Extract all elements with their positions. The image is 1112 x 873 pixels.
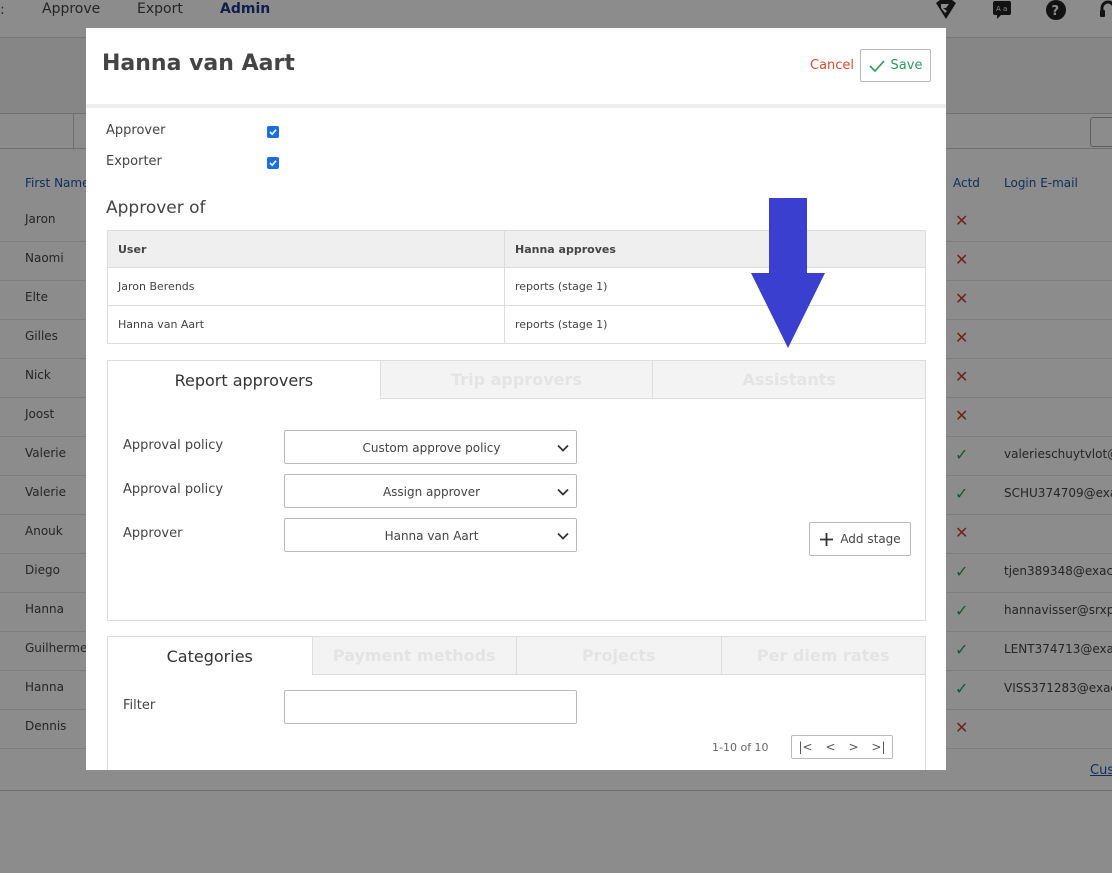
tab-categories[interactable]: Categories (108, 637, 312, 675)
chevron-down-icon (557, 532, 569, 540)
role-label-exporter: Exporter (106, 154, 162, 169)
last-page-button[interactable]: >| (871, 740, 885, 754)
approver-row: Approver Hanna van Aart (123, 518, 583, 552)
tab-per-diem-rates[interactable]: Per diem rates (720, 637, 925, 675)
pagination-info: 1-10 of 10 (712, 741, 769, 754)
dialog-title: Hanna van Aart (102, 51, 295, 76)
add-stage-label: Add stage (840, 532, 901, 546)
first-page-button[interactable]: |< (798, 740, 812, 754)
select-value: Hanna van Aart (384, 529, 479, 543)
filter-input[interactable] (284, 690, 577, 724)
approvers-tabs: Report approvers Trip approvers Assistan… (108, 361, 926, 399)
approval-policy-select[interactable]: Custom approve policy (284, 430, 577, 464)
plus-icon (820, 532, 834, 546)
next-page-button[interactable]: > (848, 740, 858, 754)
approved-scope: reports (stage 1) (504, 267, 926, 306)
approval-policy-label: Approval policy (123, 438, 224, 453)
tab-trip-approvers[interactable]: Trip approvers (379, 361, 653, 399)
approver-select[interactable]: Hanna van Aart (284, 518, 577, 552)
add-stage-button[interactable]: Add stage (809, 522, 911, 556)
approval-policy-row-2: Approval policy Assign approver (123, 474, 583, 508)
cancel-button[interactable]: Cancel (810, 58, 854, 73)
approved-user-name: Hanna van Aart (107, 305, 505, 344)
approver-label: Approver (123, 526, 183, 541)
annotation-down-arrow-icon (751, 198, 825, 348)
user-edit-dialog: Hanna van Aart Cancel Save Approver Expo… (86, 28, 946, 770)
tab-projects[interactable]: Projects (516, 637, 721, 675)
tab-payment-methods[interactable]: Payment methods (311, 637, 516, 675)
chevron-down-icon (557, 488, 569, 496)
select-value: Assign approver (382, 485, 481, 499)
save-button[interactable]: Save (860, 49, 931, 82)
categories-tabs: Categories Payment methods Projects Per … (108, 637, 925, 675)
prev-page-button[interactable]: < (825, 740, 835, 754)
approvers-panel: Report approvers Trip approvers Assistan… (107, 360, 926, 621)
dialog-header: Hanna van Aart Cancel Save (86, 28, 946, 104)
chevron-down-icon (557, 444, 569, 452)
approver-of-heading: Approver of (106, 198, 206, 218)
tab-assistants[interactable]: Assistants (652, 361, 926, 399)
checkmark-icon (868, 59, 885, 72)
approval-policy-label: Approval policy (123, 482, 224, 497)
approved-user-name: Jaron Berends (107, 267, 505, 306)
pagination-controls: |< < > >| (791, 735, 893, 759)
filter-label: Filter (123, 698, 156, 713)
approver-of-header-user: User (107, 230, 505, 268)
approver-checkbox[interactable] (267, 126, 279, 138)
approval-policy-row-1: Approval policy Custom approve policy (123, 430, 583, 464)
role-label-approver: Approver (106, 123, 166, 138)
categories-panel: Categories Payment methods Projects Per … (107, 636, 926, 770)
approved-scope: reports (stage 1) (504, 305, 926, 344)
filter-row: Filter (123, 690, 583, 724)
exporter-checkbox[interactable] (267, 157, 279, 169)
save-button-label: Save (890, 58, 923, 73)
approval-policy-select[interactable]: Assign approver (284, 474, 577, 508)
select-value: Custom approve policy (362, 441, 501, 455)
tab-report-approvers[interactable]: Report approvers (108, 361, 380, 399)
approver-of-header-approves: Hanna approves (504, 230, 926, 268)
